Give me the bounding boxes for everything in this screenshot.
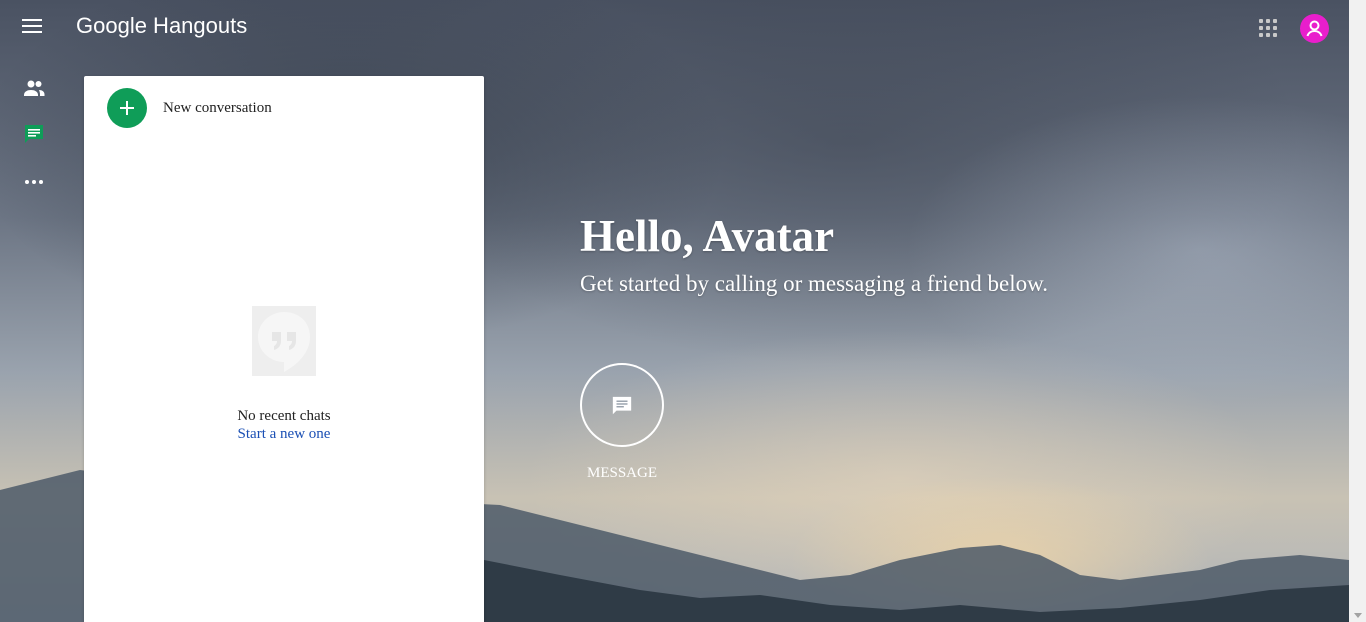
hangouts-quote-icon xyxy=(252,306,316,376)
message-label[interactable]: MESSAGE xyxy=(562,465,682,482)
apps-grid-icon[interactable] xyxy=(1259,19,1277,37)
conversation-panel: New conversation No recent chats Start a… xyxy=(84,76,484,622)
no-recent-chats-text: No recent chats xyxy=(237,408,331,424)
start-new-chat-link[interactable]: Start a new one xyxy=(84,426,484,443)
conversations-icon[interactable] xyxy=(22,122,46,146)
more-icon[interactable] xyxy=(22,170,46,194)
new-conversation-button[interactable]: New conversation xyxy=(107,88,272,128)
app-logo: Google Hangouts xyxy=(76,13,248,38)
greeting-heading: Hello, Avatar xyxy=(580,211,835,261)
scroll-down-arrow-icon[interactable] xyxy=(1354,613,1362,618)
account-avatar-icon[interactable] xyxy=(1300,14,1329,43)
message-button[interactable] xyxy=(580,363,664,447)
new-conversation-label[interactable]: New conversation xyxy=(163,100,272,117)
message-icon xyxy=(612,396,632,415)
greeting-subtitle: Get started by calling or messaging a fr… xyxy=(580,271,1048,296)
plus-icon[interactable] xyxy=(107,88,147,128)
hamburger-menu-icon[interactable] xyxy=(22,19,42,35)
scrollbar[interactable] xyxy=(1349,0,1366,622)
contacts-icon[interactable] xyxy=(22,76,46,100)
